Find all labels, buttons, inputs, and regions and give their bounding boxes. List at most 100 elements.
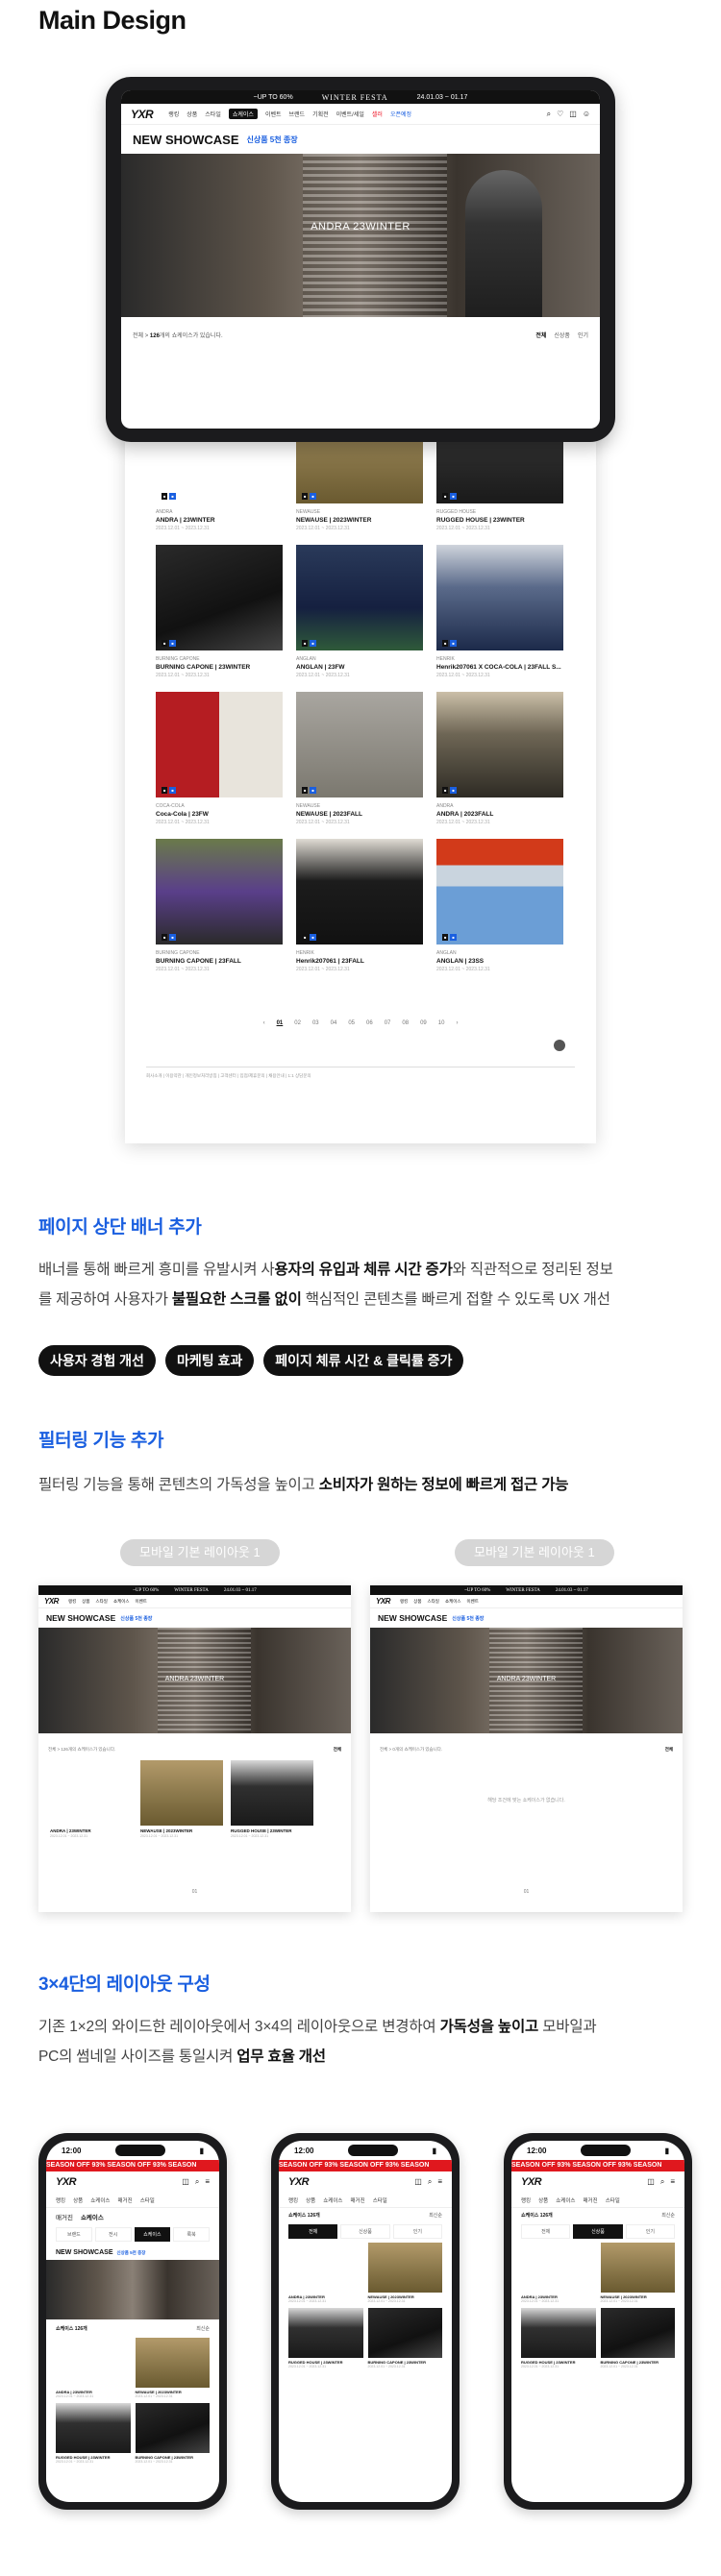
card-thumbnail[interactable]: ■ ■ — [156, 692, 283, 797]
phone-thumbnail[interactable] — [135, 2403, 210, 2453]
menu-item[interactable]: 상품 — [186, 110, 197, 118]
hero-banner[interactable]: ANDRA 23WINTER — [121, 154, 600, 317]
page-number[interactable]: 09 — [420, 1020, 427, 1026]
phone-card[interactable]: BURNING CAPONE | 23WINTER 2023.12.01 ~ 20… — [367, 2308, 442, 2368]
search-icon[interactable]: ⌕ — [195, 2177, 199, 2187]
page-number[interactable]: 02 — [294, 1020, 301, 1026]
tab-active[interactable]: 쇼케이스 — [134, 2227, 171, 2242]
category-item[interactable]: 쇼케이스 — [556, 2196, 575, 2204]
card-title[interactable]: NEWAUSE | 2023WINTER — [296, 517, 423, 524]
category-item[interactable]: 매거진 — [351, 2196, 365, 2204]
card-title[interactable]: ANGLAN | 23FW — [296, 664, 423, 671]
menu-icon[interactable]: ≡ — [437, 2177, 442, 2187]
menu-icon[interactable]: ≡ — [670, 2177, 675, 2187]
showcase-card[interactable]: ■ ■ COCA-COLA Coca-Cola | 23FW 2023.12.01 ~ … — [156, 692, 283, 825]
tab-active[interactable]: 전체 — [288, 2224, 338, 2239]
showcase-card[interactable]: ■ ■ ANGLAN ANGLAN | 23SS 2023.12.01 ~ 2023.1… — [436, 839, 563, 972]
phone-thumbnail[interactable] — [288, 2308, 363, 2358]
search-icon[interactable]: ⌕ — [660, 2177, 664, 2187]
menu-item[interactable]: 랭킹 — [168, 110, 179, 118]
card-title[interactable]: Coca-Cola | 23FW — [156, 811, 283, 818]
search-icon[interactable]: ⌕ — [547, 110, 551, 119]
phone-card[interactable]: NEWAUSE | 2023WINTER 2023.12.01 ~ 2023.12… — [600, 2243, 675, 2303]
search-icon[interactable]: ⌕ — [428, 2177, 432, 2187]
card-thumbnail[interactable]: ■ ■ — [436, 839, 563, 945]
phone-card[interactable]: ANDRA | 23WINTER 2023.12.01 ~ 2023.12.31 — [521, 2243, 596, 2303]
heart-icon[interactable]: ♡ — [557, 110, 563, 119]
card-thumbnail[interactable]: ■ ■ — [436, 692, 563, 797]
tab[interactable]: 브랜드 — [56, 2227, 92, 2242]
sort-option[interactable]: 인기 — [578, 331, 588, 339]
phone-card[interactable]: ANDRA | 23WINTER 2023.12.01 ~ 2023.12.31 — [56, 2338, 131, 2398]
card-thumbnail[interactable]: ■ ■ — [436, 545, 563, 650]
category-item[interactable]: 상품 — [538, 2196, 548, 2204]
tab[interactable]: 전시 — [94, 2227, 132, 2242]
category-item[interactable]: 스타일 — [140, 2196, 155, 2204]
menu-item[interactable]: 기획전 — [312, 110, 329, 118]
phone-card[interactable]: BURNING CAPONE | 23WINTER 2023.12.01 ~ 20… — [600, 2308, 675, 2368]
sort-select[interactable]: 최신순 — [429, 2212, 442, 2219]
site-logo[interactable]: YXR — [56, 2176, 77, 2188]
cart-icon[interactable]: ◫ — [647, 2177, 655, 2187]
category-item[interactable]: 랭킹 — [288, 2196, 298, 2204]
phone-card[interactable]: BURNING CAPONE | 23WINTER 2023.12.01 ~ 20… — [135, 2403, 210, 2464]
page-number[interactable]: 10 — [438, 1020, 445, 1026]
phone-card[interactable]: RUGGED HOUSE | 23WINTER 2023.12.01 ~ 2023… — [56, 2403, 131, 2464]
phone-promo[interactable]: SEASON OFF 93% SEASON OFF 93% SEASON — [511, 2160, 684, 2171]
menu-item-sale[interactable]: 셀러 — [372, 110, 383, 118]
card-title[interactable]: ANDRA | 2023FALL — [436, 811, 563, 818]
phone-card[interactable]: RUGGED HOUSE | 23WINTER 2023.12.01 ~ 2023… — [288, 2308, 363, 2368]
menu-item-active[interactable]: 쇼케이스 — [228, 109, 258, 119]
phone-hero[interactable] — [46, 2260, 219, 2319]
phone-thumbnail[interactable] — [521, 2243, 596, 2293]
tab[interactable]: 전체 — [521, 2224, 571, 2239]
tab[interactable]: 인기 — [625, 2224, 675, 2239]
menu-item-new[interactable]: 오픈예정 — [390, 110, 411, 118]
mini-thumbnail[interactable] — [140, 1760, 223, 1826]
card-thumbnail[interactable]: ■ ■ — [296, 692, 423, 797]
card-title[interactable]: ANGLAN | 23SS — [436, 958, 563, 965]
showcase-card[interactable]: ■ ■ HENRIK Henrik207061 X COCA-COLA | 23FAL… — [436, 545, 563, 678]
menu-item[interactable]: 이벤트 — [265, 110, 282, 118]
cart-icon[interactable]: ◫ — [569, 110, 577, 119]
page-number[interactable]: 05 — [348, 1020, 355, 1026]
sort-select[interactable]: 최신순 — [661, 2212, 675, 2219]
site-logo[interactable]: YXR — [288, 2176, 310, 2188]
breadcrumb-item[interactable]: 매거진 — [56, 2212, 73, 2221]
menu-item[interactable]: 브랜드 — [289, 110, 306, 118]
phone-card[interactable]: NEWAUSE | 2023WINTER 2023.12.01 ~ 2023.12… — [135, 2338, 210, 2398]
card-title[interactable]: BURNING CAPONE | 23FALL — [156, 958, 283, 965]
menu-icon[interactable]: ≡ — [205, 2177, 210, 2187]
cart-icon[interactable]: ◫ — [414, 2177, 422, 2187]
phone-thumbnail[interactable] — [521, 2308, 596, 2358]
phone-thumbnail[interactable] — [135, 2338, 210, 2388]
card-thumbnail[interactable]: ■ ■ — [296, 545, 423, 650]
next-page-button[interactable]: › — [456, 1020, 458, 1026]
page-number[interactable]: 01 — [277, 1020, 284, 1026]
scroll-top-button[interactable] — [554, 1040, 565, 1051]
mini-thumbnail[interactable] — [231, 1760, 313, 1826]
cart-icon[interactable]: ◫ — [182, 2177, 189, 2187]
showcase-card[interactable]: ■ ■ ANGLAN ANGLAN | 23FW 2023.12.01 ~ 2023.1… — [296, 545, 423, 678]
phone-thumbnail[interactable] — [367, 2243, 442, 2293]
phone-card[interactable]: ANDRA | 23WINTER 2023.12.01 ~ 2023.12.31 — [288, 2243, 363, 2303]
phone-thumbnail[interactable] — [367, 2308, 442, 2358]
phone-thumbnail[interactable] — [600, 2308, 675, 2358]
mini-card[interactable]: RUGGED HOUSE | 23WINTER 2023.12.01 ~ 2023… — [231, 1760, 313, 1838]
user-icon[interactable]: ☺ — [583, 110, 590, 119]
phone-thumbnail[interactable] — [56, 2338, 131, 2388]
showcase-card[interactable]: ■ ■ HENRIK Henrik207061 | 23FALL 2023.12.01 … — [296, 839, 423, 972]
mini-card[interactable]: ANDRA | 23WINTER 2023.12.01 ~ 2023.12.31 — [50, 1760, 133, 1838]
phone-card[interactable]: NEWAUSE | 2023WINTER 2023.12.01 ~ 2023.12… — [367, 2243, 442, 2303]
site-logo[interactable]: YXR — [131, 108, 154, 121]
category-item[interactable]: 매거진 — [584, 2196, 598, 2204]
showcase-card[interactable]: ■ ■ BURNING CAPONE BURNING CAPONE | 23FALL 2… — [156, 839, 283, 972]
card-title[interactable]: ANDRA | 23WINTER — [156, 517, 283, 524]
card-title[interactable]: Henrik207061 X COCA-COLA | 23FALL S... — [436, 664, 563, 671]
mini-card[interactable]: NEWAUSE | 2023WINTER 2023.12.01 ~ 2023.12… — [140, 1760, 223, 1838]
card-title[interactable]: BURNING CAPONE | 23WINTER — [156, 664, 283, 671]
showcase-card[interactable]: ■ ■ BURNING CAPONE BURNING CAPONE | 23WINTE… — [156, 545, 283, 678]
tab[interactable]: 신상품 — [340, 2224, 390, 2239]
sort-option[interactable]: 전체 — [535, 331, 546, 339]
prev-page-button[interactable]: ‹ — [263, 1020, 265, 1026]
